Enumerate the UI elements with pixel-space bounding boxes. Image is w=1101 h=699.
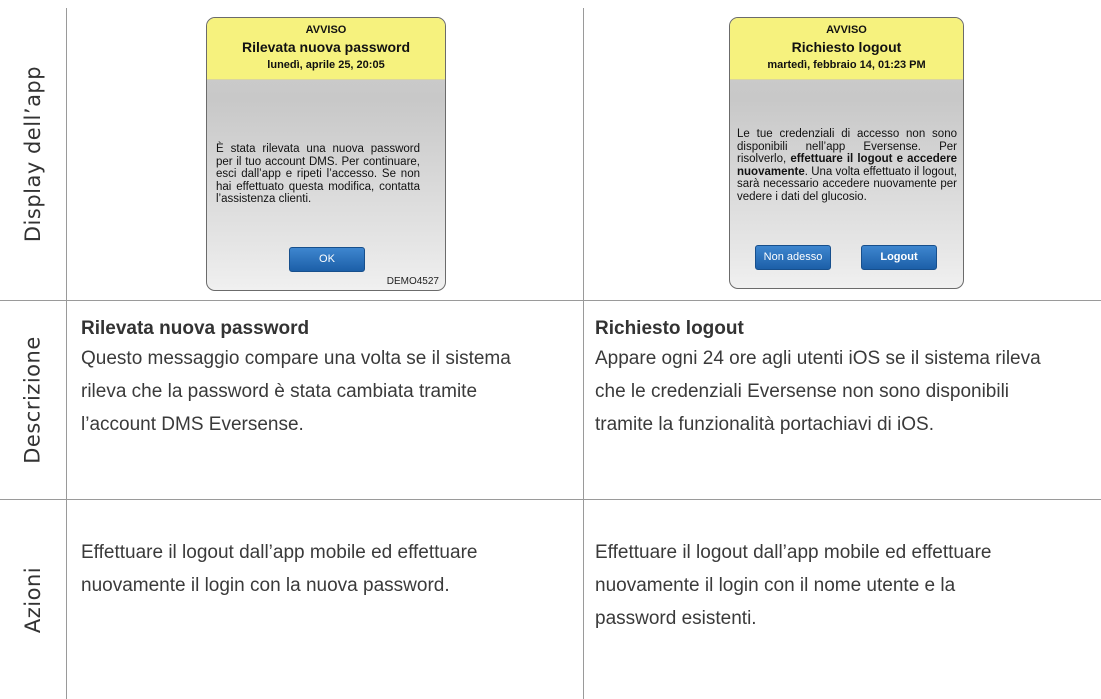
description-title: Rilevata nuova password	[81, 318, 310, 339]
demo-tag: DEMO4527	[386, 276, 439, 287]
dialog-alert-label: AVVISO	[305, 24, 347, 36]
dialog-title: Rilevata nuova password	[241, 39, 411, 55]
dialog-alert-label: AVVISO	[826, 24, 867, 36]
row-label-description: Descrizione	[0, 301, 66, 499]
row-label-actions: Azioni	[0, 500, 66, 699]
actions-body: Effettuare il logout dall’app mobile ed …	[81, 542, 478, 596]
dialog-date: lunedì, aprile 25, 20:05	[267, 59, 385, 71]
grid-line-middle	[583, 8, 584, 699]
dialog-message: Le tue credenziali di accesso non sono d…	[737, 128, 957, 203]
dialog-header: AVVISO Rilevata nuova password lunedì, a…	[207, 18, 445, 80]
row-label-description-text: Descrizione	[21, 336, 46, 464]
description-title: Richiesto logout	[595, 318, 744, 339]
description-body: Questo messaggio compare una volta se il…	[81, 348, 511, 435]
row-label-display: Display dell’app	[0, 8, 66, 300]
app-dialog-new-password: AVVISO Rilevata nuova password lunedì, a…	[206, 17, 446, 291]
description-cell-left: Rilevata nuova password Questo messaggio…	[81, 316, 576, 441]
grid-line-left	[66, 8, 67, 699]
grid-line-row2	[0, 499, 1101, 500]
description-cell-right: Richiesto logout Appare ogni 24 ore agli…	[595, 316, 1095, 441]
actions-body: Effettuare il logout dall’app mobile ed …	[595, 542, 992, 629]
row-label-actions-text: Azioni	[21, 566, 45, 633]
description-body: Appare ogni 24 ore agli utenti iOS se il…	[595, 348, 1041, 435]
actions-cell-right: Effettuare il logout dall’app mobile ed …	[595, 536, 1095, 635]
actions-cell-left: Effettuare il logout dall’app mobile ed …	[81, 536, 576, 602]
dialog-header: AVVISO Richiesto logout martedì, febbrai…	[730, 18, 963, 80]
not-now-button[interactable]: Non adesso	[755, 245, 831, 270]
dialog-date: martedì, febbraio 14, 01:23 PM	[767, 59, 926, 71]
grid-line-row1	[0, 300, 1101, 301]
dialog-title: Richiesto logout	[791, 39, 902, 55]
row-label-display-text: Display dell’app	[21, 65, 45, 243]
app-dialog-logout-required: AVVISO Richiesto logout martedì, febbrai…	[729, 17, 964, 289]
dialog-message: È stata rilevata una nuova password per …	[216, 143, 420, 205]
ok-button[interactable]: OK	[289, 247, 365, 272]
logout-button[interactable]: Logout	[861, 245, 937, 270]
